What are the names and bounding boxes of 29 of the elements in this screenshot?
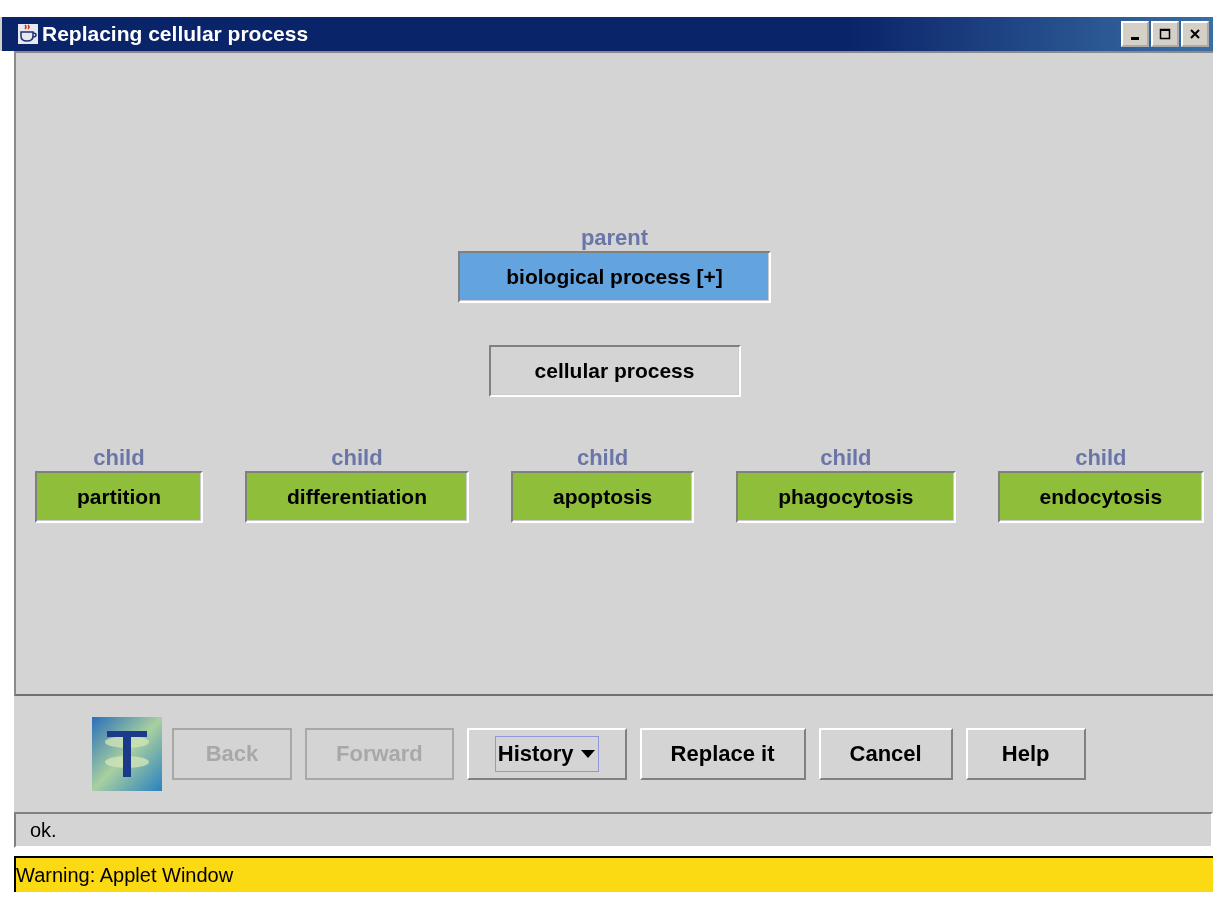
child-node[interactable]: differentiation xyxy=(245,471,469,523)
coffee-cup-icon xyxy=(18,24,38,44)
child-node[interactable]: phagocytosis xyxy=(736,471,956,523)
relation-label: parent xyxy=(580,225,649,251)
relation-label: child xyxy=(93,445,145,471)
status-bar: ok. xyxy=(14,812,1213,848)
minimize-button[interactable] xyxy=(1121,21,1149,47)
push-button[interactable]: Cancel xyxy=(818,728,953,780)
relation-label: child xyxy=(820,445,872,471)
window-title: Replacing cellular process xyxy=(42,22,310,46)
relation-label: child xyxy=(331,445,383,471)
current-node[interactable]: cellular process xyxy=(488,345,741,397)
close-button[interactable] xyxy=(1181,21,1209,47)
child-node[interactable]: apoptosis xyxy=(511,471,695,523)
applet-warning: Warning: Applet Window xyxy=(14,856,1213,892)
maximize-icon xyxy=(1159,28,1171,40)
relation-label: child xyxy=(1075,445,1127,471)
dropdown-button[interactable]: History xyxy=(466,728,627,780)
child-node[interactable]: partition xyxy=(35,471,203,523)
push-button[interactable]: Replace it xyxy=(639,728,806,780)
parent-node[interactable]: biological process [+] xyxy=(458,251,771,303)
child-node[interactable]: endocytosis xyxy=(997,471,1205,523)
relation-label: child xyxy=(576,445,629,471)
caret-icon xyxy=(579,749,596,759)
maximize-button[interactable] xyxy=(1151,21,1179,47)
minimize-icon xyxy=(1131,36,1139,40)
push-button[interactable]: Help xyxy=(965,728,1086,780)
close-icon xyxy=(1189,28,1201,40)
logo-icon xyxy=(92,717,162,791)
